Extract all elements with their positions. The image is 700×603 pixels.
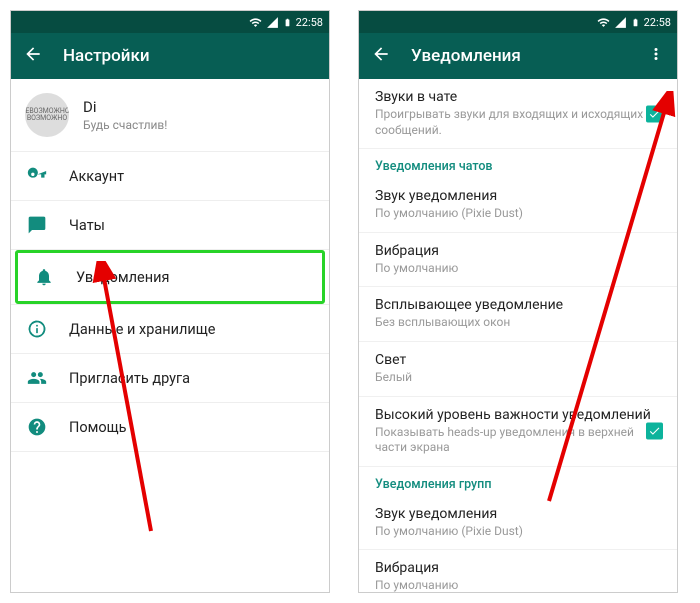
settings-item-label: Помощь — [69, 419, 127, 436]
settings-item-data[interactable]: Данные и хранилище — [11, 305, 329, 353]
settings-item-label: Пригласить друга — [69, 370, 190, 387]
phone-right: 22:58 Уведомления Звуки в чате Проигрыва… — [358, 10, 678, 593]
section-header-group-notifications: Уведомления групп — [359, 467, 677, 496]
settings-item-account[interactable]: Аккаунт — [11, 152, 329, 200]
key-icon — [27, 166, 47, 186]
back-button[interactable] — [23, 44, 43, 68]
settings-item-label: Аккаунт — [69, 168, 124, 185]
setting-conversation-tones[interactable]: Звуки в чате Проигрывать звуки для входя… — [359, 79, 677, 149]
setting-title: Вибрация — [375, 243, 661, 259]
clock: 22:58 — [296, 16, 323, 29]
battery-icon — [631, 16, 640, 29]
setting-sub: По умолчанию — [375, 261, 661, 277]
avatar: НЕВОЗМОЖНОЕ ВОЗМОЖНО — [25, 93, 69, 137]
setting-title: Всплывающее уведомление — [375, 297, 661, 313]
setting-title: Вибрация — [375, 560, 661, 576]
more-button[interactable] — [647, 45, 665, 67]
setting-sub: Проигрывать звуки для входящих и исходящ… — [375, 107, 661, 138]
profile-row[interactable]: НЕВОЗМОЖНОЕ ВОЗМОЖНО Di Будь счастлив! — [11, 79, 329, 151]
setting-popup[interactable]: Всплывающее уведомление Без всплывающих … — [359, 287, 677, 342]
settings-content: НЕВОЗМОЖНОЕ ВОЗМОЖНО Di Будь счастлив! А… — [11, 79, 329, 592]
data-icon — [27, 319, 47, 339]
profile-name: Di — [83, 98, 167, 116]
setting-sub: По умолчанию (Pixie Dust) — [375, 524, 661, 540]
profile-status: Будь счастлив! — [83, 118, 167, 132]
appbar-title: Уведомления — [411, 46, 627, 66]
setting-sub: По умолчанию (Pixie Dust) — [375, 206, 661, 222]
signal-icon — [266, 16, 279, 29]
setting-title: Звук уведомления — [375, 506, 661, 522]
settings-item-label: Уведомления — [76, 269, 169, 286]
settings-item-label: Чаты — [69, 217, 105, 234]
setting-title: Свет — [375, 352, 661, 368]
setting-title: Звук уведомления — [375, 188, 661, 204]
section-header-chat-notifications: Уведомления чатов — [359, 149, 677, 178]
wifi-icon — [597, 16, 610, 29]
signal-icon — [614, 16, 627, 29]
setting-group-tone[interactable]: Звук уведомления По умолчанию (Pixie Dus… — [359, 496, 677, 551]
phone-left: 22:58 Настройки НЕВОЗМОЖНОЕ ВОЗМОЖНО Di … — [10, 10, 330, 593]
setting-group-vibrate[interactable]: Вибрация По умолчанию — [359, 550, 677, 592]
setting-title: Высокий уровень важности уведомлений — [375, 407, 661, 423]
bell-icon — [34, 267, 54, 287]
help-icon — [27, 417, 47, 437]
chat-icon — [27, 215, 47, 235]
app-bar: Уведомления — [359, 33, 677, 79]
settings-item-invite[interactable]: Пригласить друга — [11, 354, 329, 402]
setting-sub: Без всплывающих окон — [375, 315, 661, 331]
wifi-icon — [249, 16, 262, 29]
setting-high-priority[interactable]: Высокий уровень важности уведомлений Пок… — [359, 397, 677, 467]
checkbox-checked[interactable] — [646, 423, 663, 440]
settings-item-notifications[interactable]: Уведомления — [15, 250, 325, 304]
setting-sub: Показывать heads-up уведомления в верхне… — [375, 425, 661, 456]
setting-light[interactable]: Свет Белый — [359, 342, 677, 397]
status-bar: 22:58 — [11, 11, 329, 33]
setting-sub: Белый — [375, 370, 661, 386]
divider — [11, 451, 329, 452]
app-bar: Настройки — [11, 33, 329, 79]
setting-notification-tone[interactable]: Звук уведомления По умолчанию (Pixie Dus… — [359, 178, 677, 233]
checkbox-checked[interactable] — [646, 105, 663, 122]
appbar-title: Настройки — [63, 46, 317, 66]
status-bar: 22:58 — [359, 11, 677, 33]
battery-icon — [283, 16, 292, 29]
notifications-content: Звуки в чате Проигрывать звуки для входя… — [359, 79, 677, 592]
people-icon — [27, 368, 47, 388]
settings-item-help[interactable]: Помощь — [11, 403, 329, 451]
back-button[interactable] — [371, 44, 391, 68]
setting-vibrate[interactable]: Вибрация По умолчанию — [359, 233, 677, 288]
clock: 22:58 — [644, 16, 671, 29]
avatar-text: НЕВОЗМОЖНОЕ ВОЗМОЖНО — [25, 108, 69, 123]
setting-sub: По умолчанию — [375, 578, 661, 592]
settings-item-chats[interactable]: Чаты — [11, 201, 329, 249]
setting-title: Звуки в чате — [375, 89, 661, 105]
settings-item-label: Данные и хранилище — [69, 321, 216, 338]
